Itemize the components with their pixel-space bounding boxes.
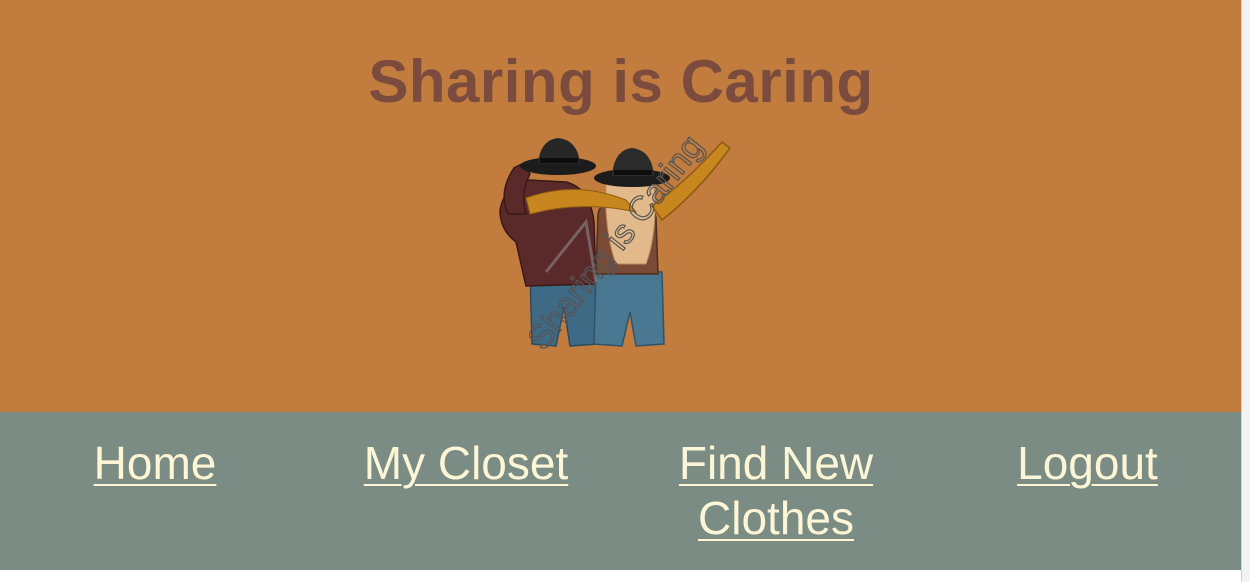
window-scrollbar[interactable] — [1241, 0, 1250, 582]
page-bottom — [0, 570, 1250, 582]
nav-link-my-closet[interactable]: My Closet — [340, 436, 592, 491]
logo-illustration: Sharing is Caring — [499, 127, 732, 358]
nav-link-home[interactable]: Home — [55, 436, 255, 491]
nav-link-find-new-clothes[interactable]: Find New Clothes — [660, 436, 892, 546]
page-title: Sharing is Caring — [368, 48, 874, 115]
hero-banner: Sharing is Caring Sharing is Caring — [0, 0, 1242, 412]
nav-link-logout[interactable]: Logout — [990, 436, 1185, 491]
page: Sharing is Caring Sharing is Caring Home… — [0, 0, 1250, 582]
main-navigation: Home My Closet Find New Clothes Logout — [0, 412, 1250, 570]
